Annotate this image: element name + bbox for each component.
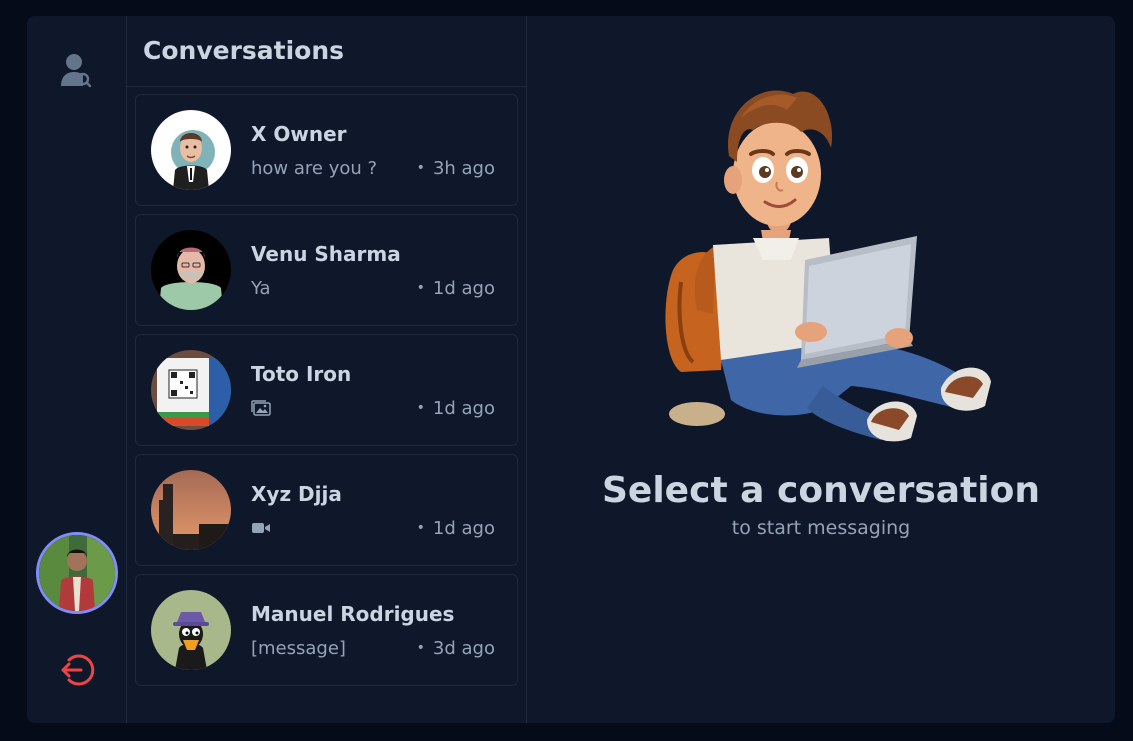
- conversation-info: Xyz Djja 1d ago: [251, 482, 495, 539]
- timestamp: 3h ago: [417, 158, 495, 179]
- avatar: [151, 470, 231, 550]
- avatar: [151, 230, 231, 310]
- message-preview: how are you ?: [251, 157, 378, 179]
- image-icon: [251, 400, 271, 416]
- contact-name: Xyz Djja: [251, 481, 342, 506]
- conversation-panel: Conversations X Owner how are you ? • 3h…: [127, 16, 527, 723]
- conversation-info: X Owner how are you ? 3h ago: [251, 122, 495, 179]
- timestamp: 1d ago: [417, 398, 495, 419]
- empty-state-title: Select a conversation: [602, 470, 1040, 511]
- avatar: [151, 110, 231, 190]
- timestamp: 1d ago: [417, 518, 495, 539]
- video-icon: [251, 521, 271, 535]
- conversation-item[interactable]: Toto Iron 1d ago: [135, 334, 518, 446]
- timestamp: 3d ago: [417, 638, 495, 659]
- app-window: Conversations X Owner how are you ? • 3h…: [27, 16, 1115, 723]
- empty-state: Select a conversation to start messaging: [527, 16, 1115, 723]
- sidebar-rail: [27, 16, 127, 723]
- message-preview: Ya: [251, 277, 271, 299]
- conversation-info: Venu Sharma Ya 1d ago: [251, 242, 495, 299]
- empty-state-subtitle: to start messaging: [731, 517, 911, 539]
- hero-illustration: [665, 90, 991, 442]
- conversation-item[interactable]: Manuel Rodrigues [message] 3d ago: [135, 574, 518, 686]
- conversation-item[interactable]: Xyz Djja 1d ago: [135, 454, 518, 566]
- conversation-item[interactable]: Venu Sharma Ya 1d ago: [135, 214, 518, 326]
- contact-name: Venu Sharma: [251, 241, 401, 266]
- user-search-icon[interactable]: [60, 52, 93, 88]
- page-title: Conversations: [143, 36, 345, 65]
- avatar: [151, 590, 231, 670]
- message-preview: [message]: [251, 637, 346, 659]
- avatar: [151, 350, 231, 430]
- contact-name: X Owner: [251, 121, 347, 146]
- conversation-info: Toto Iron 1d ago: [251, 362, 495, 419]
- conversation-info: Manuel Rodrigues [message] 3d ago: [251, 602, 495, 659]
- conversation-header: Conversations: [127, 16, 526, 87]
- conversation-list: X Owner how are you ? 3h ago: [127, 87, 526, 686]
- contact-name: Manuel Rodrigues: [251, 601, 455, 626]
- conversation-item[interactable]: X Owner how are you ? 3h ago: [135, 94, 518, 206]
- logout-icon[interactable]: [59, 652, 95, 688]
- timestamp: 1d ago: [417, 278, 495, 299]
- current-user-avatar[interactable]: [35, 532, 118, 614]
- contact-name: Toto Iron: [251, 361, 352, 386]
